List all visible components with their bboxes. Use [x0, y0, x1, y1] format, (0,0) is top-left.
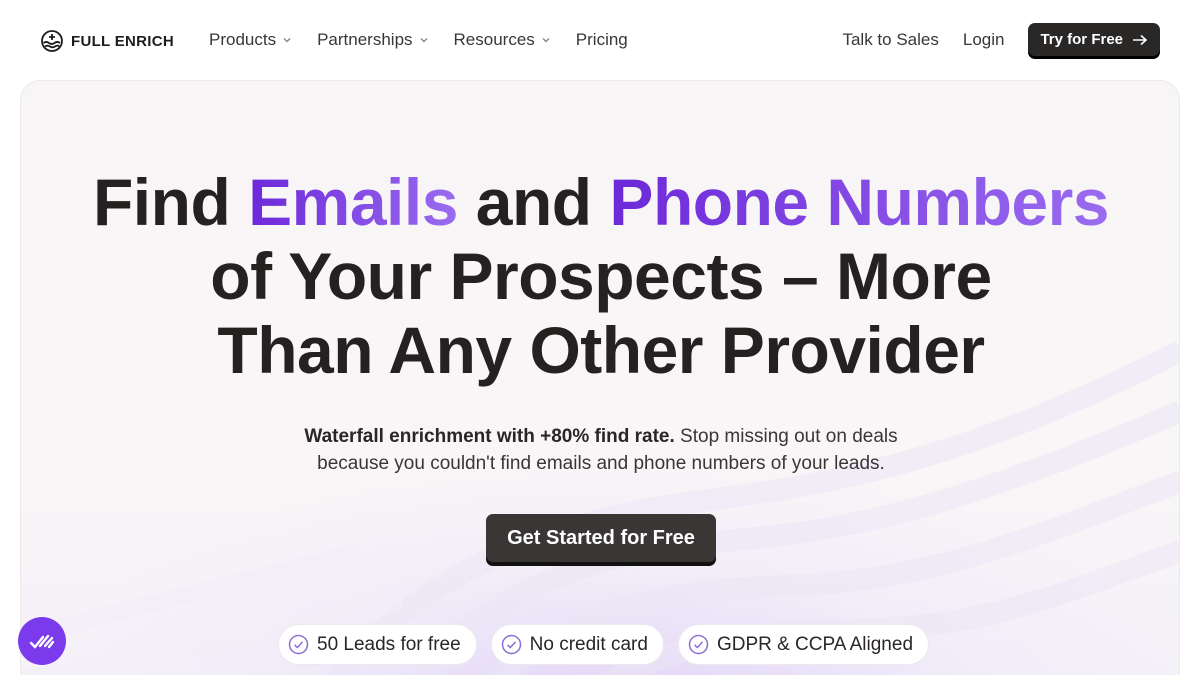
badge-label: 50 Leads for free: [317, 633, 461, 655]
badge-gdpr-ccpa: GDPR & CCPA Aligned: [677, 624, 930, 665]
check-circle-icon: [288, 634, 309, 655]
nav-item-label: Pricing: [575, 30, 628, 49]
badge-label: GDPR & CCPA Aligned: [716, 633, 914, 655]
double-check-icon: [29, 634, 55, 649]
subtitle-text: Stop missing out on deals: [674, 426, 898, 447]
nav-item-pricing[interactable]: Pricing: [576, 30, 628, 50]
headline-text: and: [457, 165, 610, 239]
chevron-down-icon: [542, 38, 550, 43]
nav-item-products[interactable]: Products: [209, 30, 292, 50]
check-circle-icon: [688, 634, 709, 655]
trust-badges: 50 Leads for free No credit card GDPR & …: [278, 624, 930, 665]
subtitle-line-2: because you couldn't find emails and pho…: [317, 453, 885, 474]
nav-item-label: Resources: [453, 30, 535, 49]
nav-item-label: Products: [209, 30, 277, 49]
nav-item-resources[interactable]: Resources: [454, 30, 551, 50]
headline-highlight-phone-numbers: Phone Numbers: [609, 165, 1110, 239]
nav-actions: Talk to Sales Login Try for Free: [842, 23, 1160, 56]
headline-line-3: Than Any Other Provider: [217, 313, 985, 387]
badge-no-credit-card: No credit card: [490, 624, 664, 665]
arrow-right-icon: [1133, 34, 1148, 45]
brand-name: FULL ENRICH: [71, 32, 175, 50]
talk-to-sales-link[interactable]: Talk to Sales: [842, 30, 938, 50]
try-for-free-label: Try for Free: [1040, 31, 1123, 48]
chat-widget-button[interactable]: [18, 617, 66, 665]
nav-item-partnerships[interactable]: Partnerships: [317, 30, 428, 50]
chevron-down-icon: [420, 38, 428, 43]
headline-line-2: of Your Prospects – More: [210, 239, 992, 313]
nav-item-label: Partnerships: [317, 30, 413, 49]
hero-subtitle: Waterfall enrichment with +80% find rate…: [21, 423, 1179, 477]
headline-highlight-emails: Emails: [248, 165, 458, 239]
subtitle-emphasis: Waterfall enrichment with +80% find rate…: [304, 426, 675, 447]
brand-logo[interactable]: FULL ENRICH: [40, 28, 174, 54]
chevron-down-icon: [283, 38, 291, 43]
headline-text: Find: [92, 165, 249, 239]
hero-section: Find Emails and Phone Numbers of Your Pr…: [20, 80, 1180, 675]
try-for-free-button[interactable]: Try for Free: [1028, 23, 1160, 56]
check-circle-icon: [501, 634, 521, 655]
get-started-button[interactable]: Get Started for Free: [486, 514, 716, 562]
badge-free-leads: 50 Leads for free: [278, 624, 477, 665]
badge-label: No credit card: [529, 633, 648, 655]
primary-nav: Products Partnerships Resources Pricing: [209, 29, 653, 51]
login-link[interactable]: Login: [963, 30, 1005, 50]
hero-headline: Find Emails and Phone Numbers of Your Pr…: [21, 165, 1179, 387]
wave-globe-logo-icon: [41, 30, 63, 52]
top-navigation: FULL ENRICH Products Partnerships Resour…: [0, 0, 1200, 80]
